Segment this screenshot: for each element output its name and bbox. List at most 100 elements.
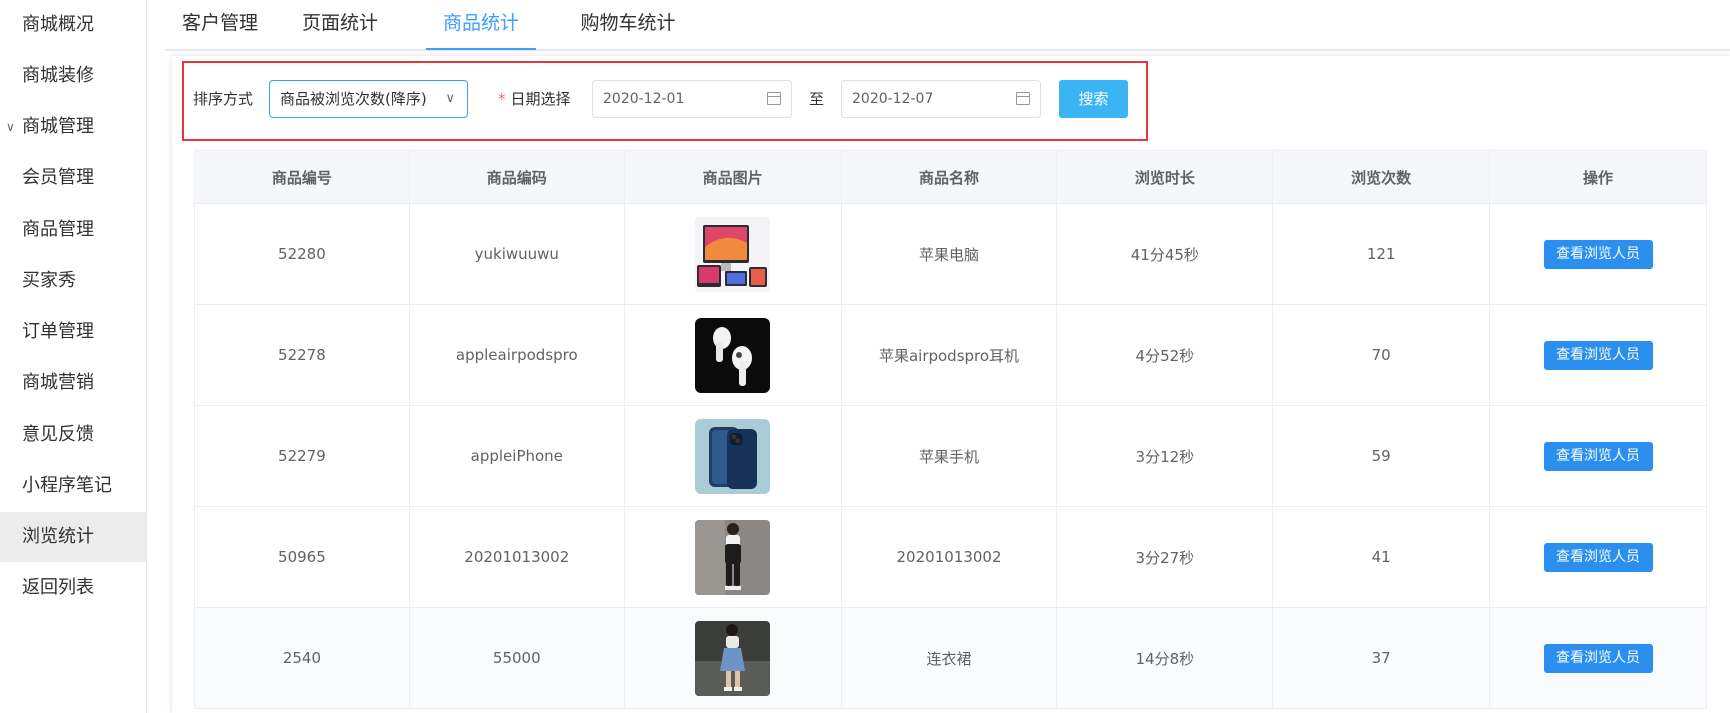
product-image-cell [623, 304, 842, 406]
tab-bar: 客户管理 页面统计 商品统计 购物车统计 [165, 0, 1730, 51]
end-date-input[interactable]: 2020-12-07 [841, 80, 1041, 118]
table-row: 52279 appleiPhone 苹果手机 3分12秒 59 查看浏览人员 [194, 405, 1707, 507]
sidebar-item-label: 买家秀 [22, 270, 76, 291]
start-date-input[interactable]: 2020-12-01 [592, 80, 792, 118]
tab-product-stats[interactable]: 商品统计 [426, 0, 536, 50]
macbook-devices-image [695, 216, 771, 292]
end-date-value: 2020-12-07 [852, 91, 934, 107]
view-browsers-button[interactable]: 查看浏览人员 [1543, 441, 1653, 471]
action-cell: 查看浏览人员 [1489, 506, 1707, 608]
action-cell: 查看浏览人员 [1489, 405, 1707, 507]
product-image-cell [623, 506, 842, 608]
table-row: 52278 appleairpodspro 苹果airpodspro耳机 4分5… [194, 304, 1707, 406]
view-browsers-button[interactable]: 查看浏览人员 [1543, 643, 1653, 673]
required-star: * [498, 90, 506, 108]
sidebar-item-label: 会员管理 [22, 167, 94, 188]
sidebar-item-back-to-list[interactable]: 返回列表 [0, 563, 146, 613]
product-id-cell: 50965 [194, 506, 410, 608]
action-cell: 查看浏览人员 [1489, 304, 1707, 406]
action-cell: 查看浏览人员 [1489, 203, 1707, 305]
browse-count-cell: 41 [1272, 506, 1491, 608]
browse-count-cell: 59 [1272, 405, 1491, 507]
date-label: * 日期选择 [498, 88, 571, 109]
product-image-cell [623, 203, 842, 305]
sidebar-item-label: 商城概况 [22, 14, 94, 35]
product-name-cell: 连衣裙 [840, 607, 1058, 709]
sidebar-item-label: 商品管理 [22, 219, 94, 240]
action-cell: 查看浏览人员 [1489, 607, 1707, 709]
sidebar-item-browse-stats[interactable]: 浏览统计 [0, 512, 146, 562]
date-range-separator: 至 [809, 90, 825, 108]
column-header: 浏览时长 [1056, 150, 1274, 204]
column-header: 商品编码 [408, 150, 625, 204]
tab-customer-management[interactable]: 客户管理 [175, 0, 265, 48]
product-code-cell: appleiPhone [408, 405, 625, 507]
browse-duration-cell: 14分8秒 [1056, 607, 1274, 709]
product-name-cell: 20201013002 [840, 506, 1058, 608]
sidebar-item-products[interactable]: 商品管理 [0, 205, 146, 255]
product-image-cell [623, 607, 842, 709]
product-name-cell: 苹果手机 [840, 405, 1058, 507]
chevron-down-icon: ∨ [6, 120, 15, 134]
sidebar: 商城概况 商城装修 ∨ 商城管理 会员管理 商品管理 买家秀 订单管理 商城营销 … [0, 0, 147, 713]
sidebar-item-feedback[interactable]: 意见反馈 [0, 410, 146, 460]
sidebar-item-decoration[interactable]: 商城装修 [0, 51, 146, 101]
product-id-cell: 52278 [194, 304, 410, 406]
sort-select-value: 商品被浏览次数(降序) [280, 90, 427, 108]
sidebar-item-orders[interactable]: 订单管理 [0, 307, 146, 357]
column-header: 操作 [1489, 150, 1707, 204]
table-row: 50965 20201013002 20201013002 3分27秒 41 查… [194, 506, 1707, 608]
sidebar-item-label: 返回列表 [22, 577, 94, 598]
view-browsers-button[interactable]: 查看浏览人员 [1543, 239, 1653, 269]
tab-page-stats[interactable]: 页面统计 [295, 0, 385, 48]
overalls-model-image [695, 519, 771, 595]
search-button[interactable]: 搜索 [1059, 80, 1128, 118]
product-code-cell: 20201013002 [408, 506, 625, 608]
column-header: 商品名称 [840, 150, 1058, 204]
calendar-icon [1016, 92, 1030, 105]
browse-count-cell: 70 [1272, 304, 1491, 406]
product-name-cell: 苹果airpodspro耳机 [840, 304, 1058, 406]
airpods-image [695, 317, 771, 393]
view-browsers-button[interactable]: 查看浏览人员 [1543, 542, 1653, 572]
sidebar-group-mall-management[interactable]: ∨ 商城管理 [0, 102, 146, 152]
sort-label: 排序方式 [193, 90, 254, 108]
column-header: 浏览次数 [1272, 150, 1491, 204]
sidebar-item-label: 小程序笔记 [22, 475, 112, 496]
table-row: 52280 yukiwuuwu 苹果电脑 41分45秒 121 查看浏览人员 [194, 203, 1707, 305]
sidebar-item-miniprogram-notes[interactable]: 小程序笔记 [0, 461, 146, 511]
product-id-cell: 2540 [194, 607, 410, 709]
product-id-cell: 52279 [194, 405, 410, 507]
product-code-cell: appleairpodspro [408, 304, 625, 406]
column-header: 商品编号 [194, 150, 410, 204]
view-browsers-button[interactable]: 查看浏览人员 [1543, 340, 1653, 370]
iphone-image [695, 418, 771, 494]
product-stats-table: 商品编号 商品编码 商品图片 商品名称 浏览时长 浏览次数 操作 52280 y… [194, 150, 1707, 709]
browse-duration-cell: 41分45秒 [1056, 203, 1274, 305]
chevron-down-icon: ∨ [445, 91, 455, 106]
denim-dress-model-image [695, 620, 771, 696]
sidebar-item-buyer-show[interactable]: 买家秀 [0, 256, 146, 306]
product-code-cell: 55000 [408, 607, 625, 709]
sidebar-item-label: 商城装修 [22, 65, 94, 86]
sort-select[interactable]: 商品被浏览次数(降序) ∨ [269, 80, 468, 118]
browse-duration-cell: 4分52秒 [1056, 304, 1274, 406]
product-image-cell [623, 405, 842, 507]
sidebar-item-marketing[interactable]: 商城营销 [0, 358, 146, 408]
product-name-cell: 苹果电脑 [840, 203, 1058, 305]
browse-duration-cell: 3分27秒 [1056, 506, 1274, 608]
sidebar-item-overview[interactable]: 商城概况 [0, 0, 146, 50]
browse-duration-cell: 3分12秒 [1056, 405, 1274, 507]
table-row: 2540 55000 连衣裙 14分8秒 37 查看浏览人员 [194, 607, 1707, 709]
product-code-cell: yukiwuuwu [408, 203, 625, 305]
browse-count-cell: 37 [1272, 607, 1491, 709]
sidebar-item-label: 商城营销 [22, 372, 94, 393]
sidebar-item-label: 浏览统计 [22, 526, 94, 547]
calendar-icon [767, 92, 781, 105]
column-header: 商品图片 [623, 150, 842, 204]
sidebar-item-label: 商城管理 [22, 116, 94, 137]
sidebar-item-label: 订单管理 [22, 321, 94, 342]
tab-cart-stats[interactable]: 购物车统计 [573, 0, 683, 48]
sidebar-item-members[interactable]: 会员管理 [0, 153, 146, 203]
browse-count-cell: 121 [1272, 203, 1491, 305]
